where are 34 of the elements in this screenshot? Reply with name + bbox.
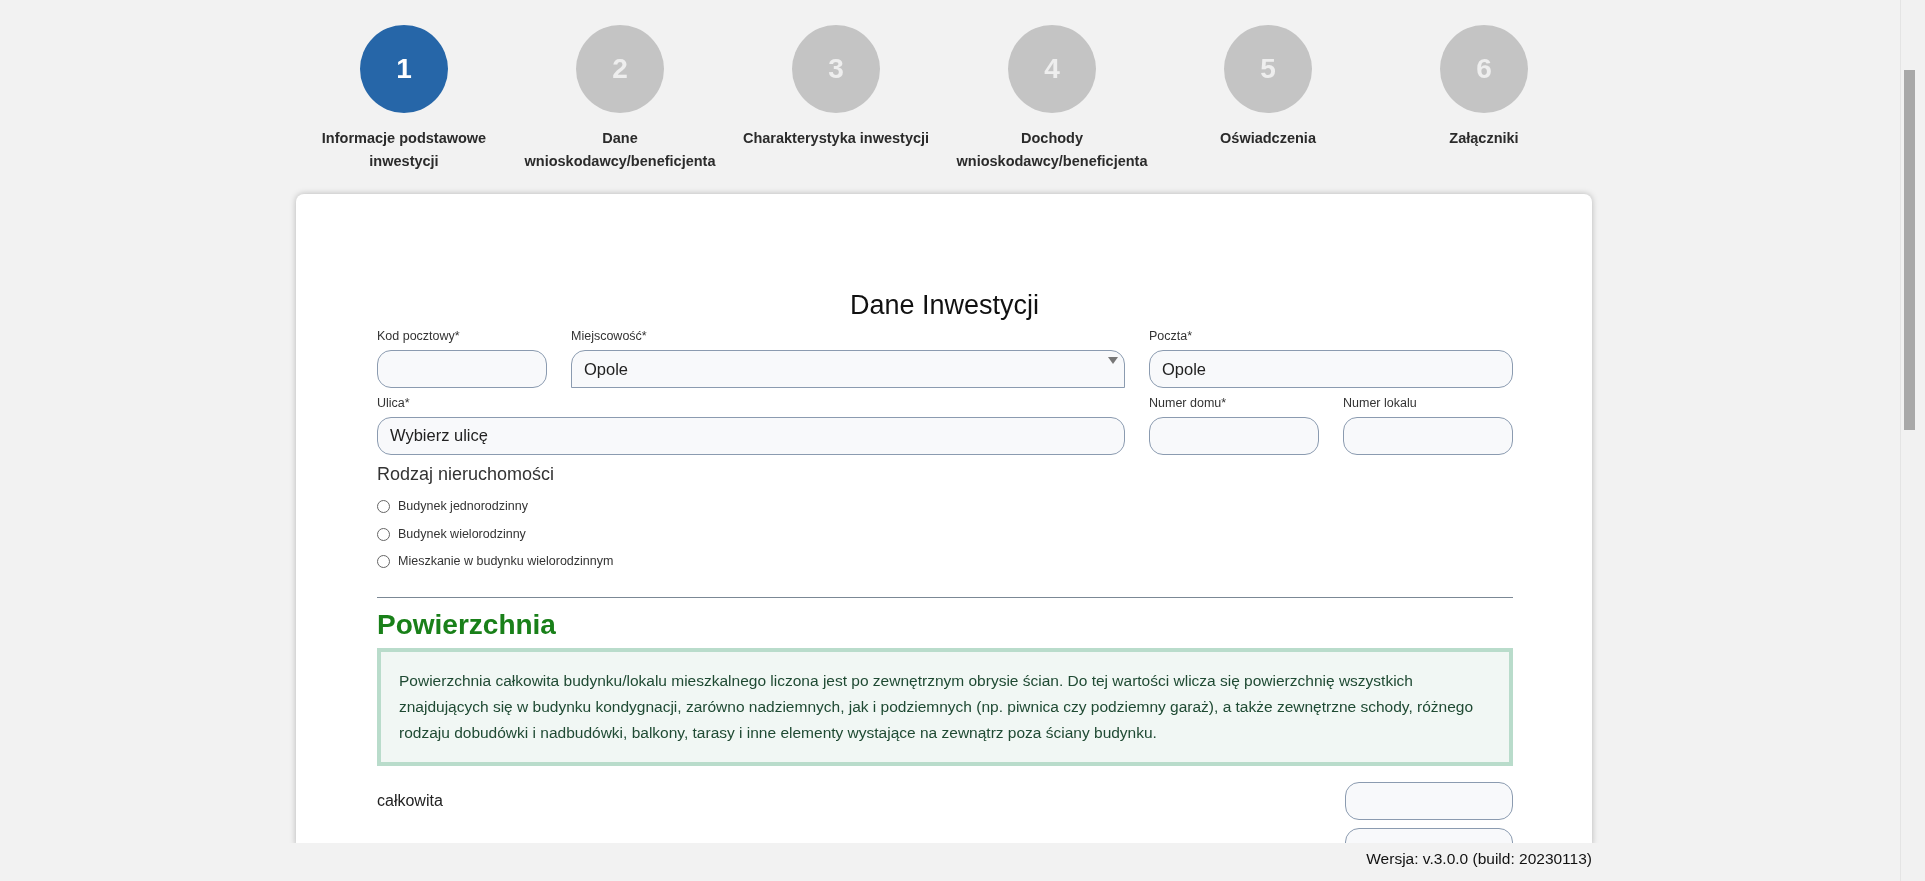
version-text: Wersja: v.3.0.0 (build: 20230113) [1366, 849, 1592, 870]
step-label[interactable]: Oświadczenia [1220, 127, 1316, 150]
radio-label[interactable]: Mieszkanie w budynku wielorodzinnym [398, 552, 614, 572]
info-box: Powierzchnia całkowita budynku/lokalu mieszkalnego liczona jest po zewnętrznym obrysie ścian. Do tej wartości wlicza się powierzchnię wszystkich znajdujących się w budynku kondygnacji, zarówno nadziemnych, jak i podziemnych (np. piwnica czy podziemny garaż), a także zewnętrzne schody, różnego rodzaju dobudówki i nadbudówki, balkony, tarasy i inne elementy wystające na zewnątrz poza ściany budynku. [377, 647, 1513, 766]
input-field[interactable]: Opole [1149, 350, 1513, 389]
input-field[interactable] [377, 350, 547, 389]
step-label[interactable]: Dane wnioskodawcy/beneficjenta [512, 127, 728, 173]
step-label[interactable]: Informacje podstawowe inwestycji [296, 127, 512, 173]
step-circle[interactable]: 1 [360, 25, 448, 113]
field-label: Kod pocztowy* [377, 328, 461, 346]
section-title: Powierzchnia [377, 608, 557, 642]
step-label[interactable]: Załączniki [1449, 127, 1519, 150]
field-label: Numer lokalu [1343, 395, 1418, 413]
section-label: Rodzaj nieruchomości [377, 462, 556, 486]
dropdown-field[interactable]: Opole [571, 350, 1125, 389]
radio-label[interactable]: Budynek wielorodzinny [398, 524, 526, 544]
input-field[interactable] [1343, 416, 1513, 455]
input-field[interactable]: Wybierz ulicę [377, 416, 1125, 455]
input-field[interactable] [1345, 781, 1513, 820]
caret-icon [1108, 357, 1118, 365]
radio-label[interactable]: Budynek jednorodzinny [398, 496, 528, 516]
field-label: Ulica* [377, 395, 411, 413]
field-label: Miejscowość* [571, 328, 648, 346]
input-field[interactable] [1149, 416, 1319, 455]
step-label[interactable]: Dochody wnioskodawcy/beneficjenta [944, 127, 1160, 173]
radio-button[interactable] [377, 555, 390, 569]
radio-button[interactable] [377, 527, 390, 541]
field-label: Numer domu* [1149, 395, 1228, 413]
field-label: Poczta* [1149, 328, 1194, 346]
scrollbar-thumb[interactable] [1904, 70, 1915, 430]
radio-button[interactable] [377, 499, 390, 513]
field-label: całkowita [377, 790, 443, 811]
form-title: Dane Inwestycji [848, 289, 1041, 322]
step-label[interactable]: Charakterystyka inwestycji [742, 127, 930, 150]
